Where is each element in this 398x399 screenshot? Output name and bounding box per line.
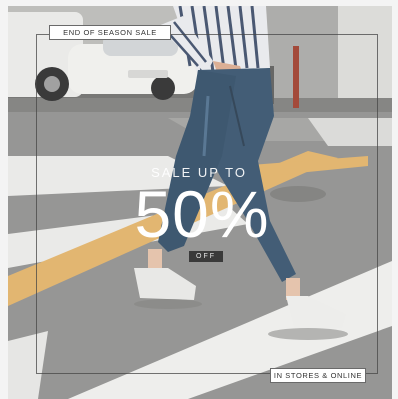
stores-online-tag: IN STORES & ONLINE — [270, 368, 366, 383]
sale-ad: END OF SEASON SALE SALE UP TO 50% OFF IN… — [0, 0, 398, 399]
discount-value: 50% — [134, 177, 270, 251]
off-badge: OFF — [189, 251, 223, 262]
season-sale-tag: END OF SEASON SALE — [49, 25, 171, 40]
